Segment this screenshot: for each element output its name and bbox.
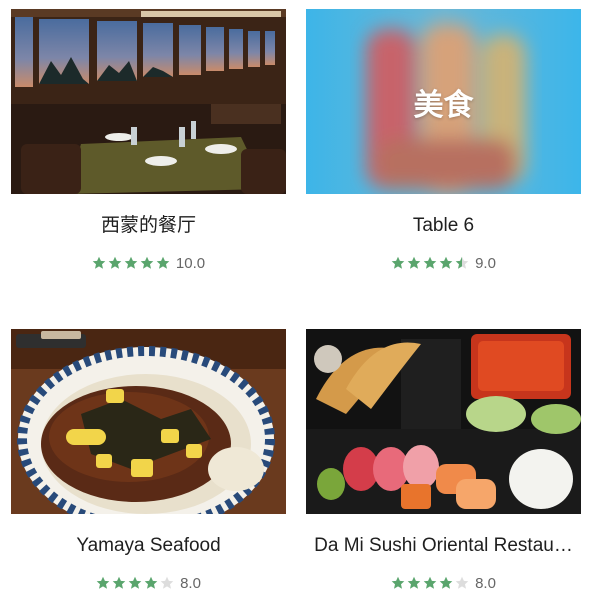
rating: 8.0	[306, 573, 581, 593]
star-icon	[423, 256, 437, 270]
restaurant-name[interactable]: Table 6	[306, 214, 581, 238]
restaurant-name[interactable]: Da Mi Sushi Oriental Restau…	[306, 534, 581, 558]
restaurant-name[interactable]: 西蒙的餐厅	[11, 214, 286, 238]
star-icon	[112, 576, 126, 590]
star-icon	[144, 576, 158, 590]
eel-rice-bowl-image	[11, 329, 286, 514]
star-icon	[108, 256, 122, 270]
star-icon	[455, 576, 469, 590]
star-icon	[439, 256, 453, 270]
restaurant-photo[interactable]: 美食	[306, 9, 581, 194]
star-rating	[92, 256, 172, 270]
star-icon	[124, 256, 138, 270]
star-icon	[407, 256, 421, 270]
star-rating	[391, 256, 471, 270]
banner-title: 美食	[413, 88, 474, 122]
restaurant-card[interactable]: 美食 Table 6 9.0	[306, 9, 581, 273]
star-icon	[391, 256, 405, 270]
star-rating	[391, 576, 471, 590]
star-icon	[160, 576, 174, 590]
star-icon	[407, 576, 421, 590]
rating-score: 8.0	[475, 574, 496, 592]
rating-score: 8.0	[180, 574, 201, 592]
rating-score: 9.0	[475, 254, 496, 272]
star-rating	[96, 576, 176, 590]
restaurant-photo[interactable]	[11, 329, 286, 514]
restaurant-name[interactable]: Yamaya Seafood	[11, 534, 286, 558]
restaurant-photo[interactable]	[11, 9, 286, 194]
star-icon	[439, 576, 453, 590]
star-icon	[455, 256, 469, 270]
rating: 10.0	[11, 253, 286, 273]
star-icon	[92, 256, 106, 270]
sushi-bento-image	[306, 329, 581, 514]
rating-score: 10.0	[175, 254, 206, 272]
restaurant-card[interactable]: Yamaya Seafood 8.0	[11, 329, 286, 593]
rating: 8.0	[11, 573, 286, 593]
star-icon	[156, 256, 170, 270]
restaurant-photo[interactable]	[306, 329, 581, 514]
restaurant-card[interactable]: 西蒙的餐厅 10.0	[11, 9, 286, 273]
star-icon	[96, 576, 110, 590]
star-icon	[423, 576, 437, 590]
star-icon	[128, 576, 142, 590]
restaurant-card[interactable]: Da Mi Sushi Oriental Restau… 8.0	[306, 329, 581, 593]
rating: 9.0	[306, 253, 581, 273]
star-icon	[140, 256, 154, 270]
star-icon	[391, 576, 405, 590]
restaurant-interior-image	[11, 9, 286, 194]
